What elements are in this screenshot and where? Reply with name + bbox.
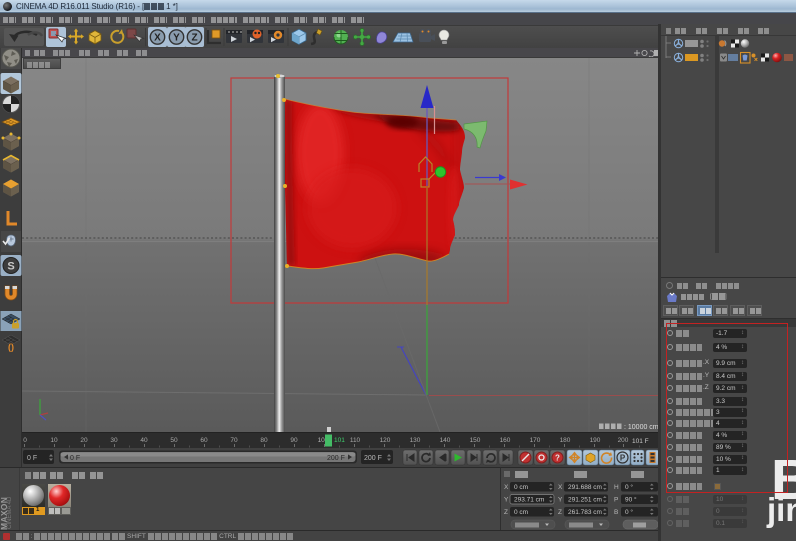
- svg-text:170: 170: [530, 437, 541, 444]
- svg-text:Y: Y: [504, 497, 509, 504]
- svg-text:0 F: 0 F: [27, 455, 37, 462]
- svg-text:101 F: 101 F: [632, 438, 649, 445]
- svg-text:20: 20: [80, 437, 88, 444]
- svg-text:180: 180: [560, 437, 571, 444]
- svg-text:0 cm: 0 cm: [514, 484, 528, 491]
- svg-text:291.688 cm: 291.688 cm: [568, 484, 602, 491]
- svg-text:160: 160: [500, 437, 511, 444]
- svg-text:X: X: [504, 484, 509, 491]
- svg-text:10: 10: [50, 437, 58, 444]
- svg-text:200 F: 200 F: [327, 455, 345, 462]
- svg-text:110: 110: [350, 437, 361, 444]
- svg-text:80: 80: [260, 437, 268, 444]
- svg-text:?: ?: [555, 454, 560, 463]
- svg-text:(): (): [8, 342, 14, 352]
- svg-text:0 °: 0 °: [625, 508, 633, 516]
- svg-text:Y: Y: [173, 33, 180, 44]
- svg-text:101: 101: [334, 437, 345, 444]
- svg-text:60: 60: [200, 437, 208, 444]
- svg-text:293.71 cm: 293.71 cm: [514, 497, 544, 504]
- svg-text:0: 0: [23, 437, 27, 444]
- svg-text:30: 30: [110, 437, 118, 444]
- svg-text:Y: Y: [558, 497, 563, 504]
- svg-text:0 F: 0 F: [70, 455, 80, 462]
- svg-text:261.783 cm: 261.783 cm: [568, 509, 602, 516]
- svg-text:140: 140: [440, 437, 451, 444]
- svg-text:90 °: 90 °: [625, 496, 637, 504]
- svg-text:40: 40: [140, 437, 148, 444]
- svg-text:H: H: [614, 484, 619, 491]
- svg-text:B: B: [614, 509, 618, 516]
- svg-text:Z: Z: [191, 33, 197, 44]
- svg-text:: 10000 cm: : 10000 cm: [624, 424, 658, 431]
- svg-text:50: 50: [170, 437, 178, 444]
- svg-text:Z: Z: [504, 509, 508, 516]
- svg-text:90: 90: [290, 437, 298, 444]
- svg-text:70: 70: [230, 437, 238, 444]
- svg-text:120: 120: [380, 437, 391, 444]
- svg-text:X: X: [154, 33, 161, 44]
- svg-text:Z: Z: [558, 509, 562, 516]
- svg-text:200 F: 200 F: [364, 455, 382, 462]
- svg-text:P: P: [620, 454, 626, 463]
- svg-text:S: S: [7, 261, 14, 273]
- svg-text:200: 200: [618, 437, 629, 444]
- svg-text:0 cm: 0 cm: [514, 509, 528, 516]
- svg-text:190: 190: [590, 437, 601, 444]
- svg-text:P: P: [614, 497, 618, 504]
- svg-text:291.251 cm: 291.251 cm: [568, 497, 602, 504]
- svg-text:X: X: [558, 484, 563, 491]
- svg-text:130: 130: [410, 437, 421, 444]
- svg-text:150: 150: [470, 437, 481, 444]
- svg-text:0 °: 0 °: [625, 483, 633, 491]
